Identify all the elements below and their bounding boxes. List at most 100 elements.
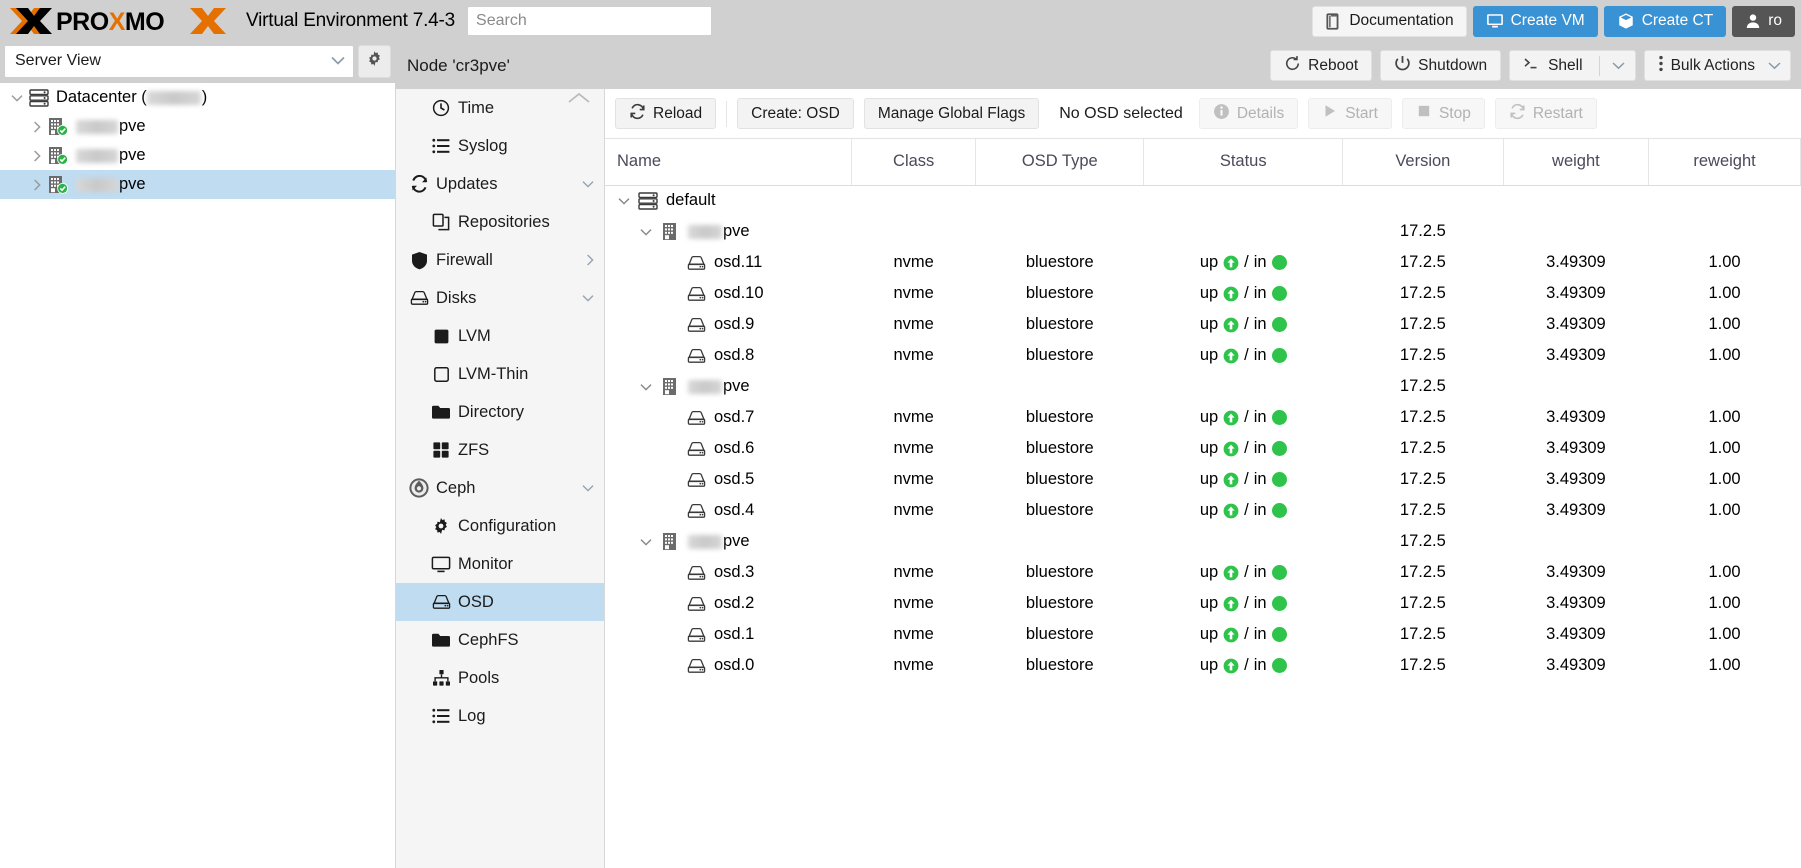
chevron-down-icon[interactable] <box>8 94 26 102</box>
nav-item-label: Log <box>458 706 486 725</box>
cell-class: nvme <box>893 346 934 364</box>
chevron-down-icon[interactable] <box>582 484 598 492</box>
nav-item-updates[interactable]: Updates <box>396 165 604 203</box>
nav-item-lvm[interactable]: LVM <box>396 317 604 355</box>
chevron-down-icon[interactable] <box>582 180 598 188</box>
nav-item-ceph[interactable]: Ceph <box>396 469 604 507</box>
table-row[interactable]: osd.0 nvme bluestore up / in 17.2.5 3.49309 1.00 <box>605 650 1801 681</box>
row-label: osd.2 <box>714 594 755 612</box>
nav-item-osd[interactable]: OSD <box>396 583 604 621</box>
chevron-down-icon[interactable] <box>636 383 656 391</box>
cell-reweight: 1.00 <box>1708 284 1741 302</box>
column-header-status[interactable]: Status <box>1143 139 1344 186</box>
table-row[interactable]: osd.9 nvme bluestore up / in 17.2.5 3.49309 1.00 <box>605 309 1801 340</box>
cell-reweight: 1.00 <box>1708 408 1741 426</box>
nav-item-disks[interactable]: Disks <box>396 279 604 317</box>
user-menu-button[interactable]: ro <box>1732 5 1795 37</box>
table-row[interactable]: osd.4 nvme bluestore up / in 17.2.5 3.49309 1.00 <box>605 495 1801 526</box>
column-header-osd-type[interactable]: OSD Type <box>975 139 1145 186</box>
details-button[interactable]: Details <box>1198 98 1299 129</box>
proxmox-logo[interactable]: PROXMO <box>4 0 240 42</box>
column-header-version[interactable]: Version <box>1342 139 1504 186</box>
table-row[interactable]: osd.2 nvme bluestore up / in 17.2.5 3.49309 1.00 <box>605 588 1801 619</box>
column-header-name[interactable]: Name <box>605 139 853 186</box>
cell-weight: 3.49309 <box>1546 253 1606 271</box>
status-in-label: in <box>1253 470 1267 488</box>
shell-dropdown-toggle[interactable] <box>1607 61 1631 70</box>
chevron-down-icon[interactable] <box>582 294 598 302</box>
reboot-icon <box>1284 55 1301 77</box>
redacted-text <box>76 148 118 163</box>
nav-item-configuration[interactable]: Configuration <box>396 507 604 545</box>
book-icon <box>1325 12 1342 30</box>
table-row[interactable]: osd.3 nvme bluestore up / in 17.2.5 3.49309 1.00 <box>605 557 1801 588</box>
restart-button[interactable]: Restart <box>1494 98 1597 129</box>
table-row[interactable]: pve 17.2.5 <box>605 371 1801 402</box>
table-row[interactable]: osd.10 nvme bluestore up / in 17.2.5 3.49309 1.0… <box>605 278 1801 309</box>
chevron-down-icon[interactable] <box>636 538 656 546</box>
tree-item-node[interactable]: pve <box>0 112 395 141</box>
chevron-right-icon[interactable] <box>28 178 46 191</box>
cell-name: osd.2 <box>605 588 852 619</box>
nav-item-cephfs[interactable]: CephFS <box>396 621 604 659</box>
osd-icon <box>682 565 710 581</box>
column-header-class[interactable]: Class <box>851 139 977 186</box>
search-input[interactable] <box>467 6 713 36</box>
nav-item-zfs[interactable]: ZFS <box>396 431 604 469</box>
table-row[interactable]: osd.11 nvme bluestore up / in 17.2.5 3.49309 1.0… <box>605 247 1801 278</box>
chevron-down-icon[interactable] <box>614 197 634 205</box>
stop-button[interactable]: Stop <box>1401 98 1485 129</box>
table-row[interactable]: pve 17.2.5 <box>605 216 1801 247</box>
documentation-button[interactable]: Documentation <box>1312 5 1467 37</box>
folder-icon <box>424 404 458 420</box>
table-row[interactable]: osd.1 nvme bluestore up / in 17.2.5 3.49309 1.00 <box>605 619 1801 650</box>
tree-item-node[interactable]: pve <box>0 141 395 170</box>
reboot-button[interactable]: Reboot <box>1270 50 1373 81</box>
nav-item-directory[interactable]: Directory <box>396 393 604 431</box>
cell-name: default <box>605 185 852 216</box>
bulk-actions-dropdown-toggle[interactable] <box>1762 61 1786 70</box>
nav-item-repositories[interactable]: Repositories <box>396 203 604 241</box>
chevron-right-icon[interactable] <box>586 254 598 266</box>
nav-item-firewall[interactable]: Firewall <box>396 241 604 279</box>
shell-button[interactable]: Shell <box>1509 50 1636 81</box>
chevron-down-icon[interactable] <box>636 228 656 236</box>
table-row[interactable]: default <box>605 185 1801 216</box>
row-label: osd.9 <box>714 315 755 333</box>
status-separator: / <box>1244 439 1249 457</box>
bulk-actions-button[interactable]: Bulk Actions <box>1643 50 1791 81</box>
nav-item-pools[interactable]: Pools <box>396 659 604 697</box>
status-in-icon <box>1271 472 1287 487</box>
cell-version: 17.2.5 <box>1399 315 1446 333</box>
tree-item-datacenter[interactable]: Datacenter () <box>0 83 395 112</box>
table-row[interactable]: osd.5 nvme bluestore up / in 17.2.5 3.49309 1.00 <box>605 464 1801 495</box>
terminal-icon <box>1523 56 1541 76</box>
cell-class: nvme <box>893 470 934 488</box>
start-button[interactable]: Start <box>1308 98 1392 129</box>
nav-item-log[interactable]: Log <box>396 697 604 735</box>
create-ct-button[interactable]: Create CT <box>1603 5 1727 37</box>
chevron-right-icon[interactable] <box>28 149 46 162</box>
nav-item-lvm-thin[interactable]: LVM-Thin <box>396 355 604 393</box>
settings-gear-button[interactable] <box>358 44 391 78</box>
manage-global-flags-button[interactable]: Manage Global Flags <box>863 98 1040 129</box>
create-vm-button[interactable]: Create VM <box>1472 5 1598 37</box>
status-in-icon <box>1271 503 1287 518</box>
nav-scroll-up-button[interactable] <box>566 91 592 105</box>
osd-icon <box>682 410 710 426</box>
table-row[interactable]: osd.7 nvme bluestore up / in 17.2.5 3.49309 1.00 <box>605 402 1801 433</box>
nav-item-monitor[interactable]: Monitor <box>396 545 604 583</box>
shutdown-button[interactable]: Shutdown <box>1380 50 1502 81</box>
status-in-label: in <box>1253 656 1267 674</box>
chevron-right-icon[interactable] <box>28 120 46 133</box>
nav-item-syslog[interactable]: Syslog <box>396 127 604 165</box>
server-view-select[interactable]: Server View <box>4 44 354 78</box>
column-header-weight[interactable]: weight <box>1503 139 1650 186</box>
table-row[interactable]: osd.8 nvme bluestore up / in 17.2.5 3.49309 1.00 <box>605 340 1801 371</box>
reload-button[interactable]: Reload <box>615 98 717 129</box>
tree-item-node[interactable]: pve <box>0 170 395 199</box>
table-row[interactable]: osd.6 nvme bluestore up / in 17.2.5 3.49309 1.00 <box>605 433 1801 464</box>
create-osd-button[interactable]: Create: OSD <box>737 98 854 129</box>
table-row[interactable]: pve 17.2.5 <box>605 526 1801 557</box>
column-header-reweight[interactable]: reweight <box>1648 139 1801 186</box>
